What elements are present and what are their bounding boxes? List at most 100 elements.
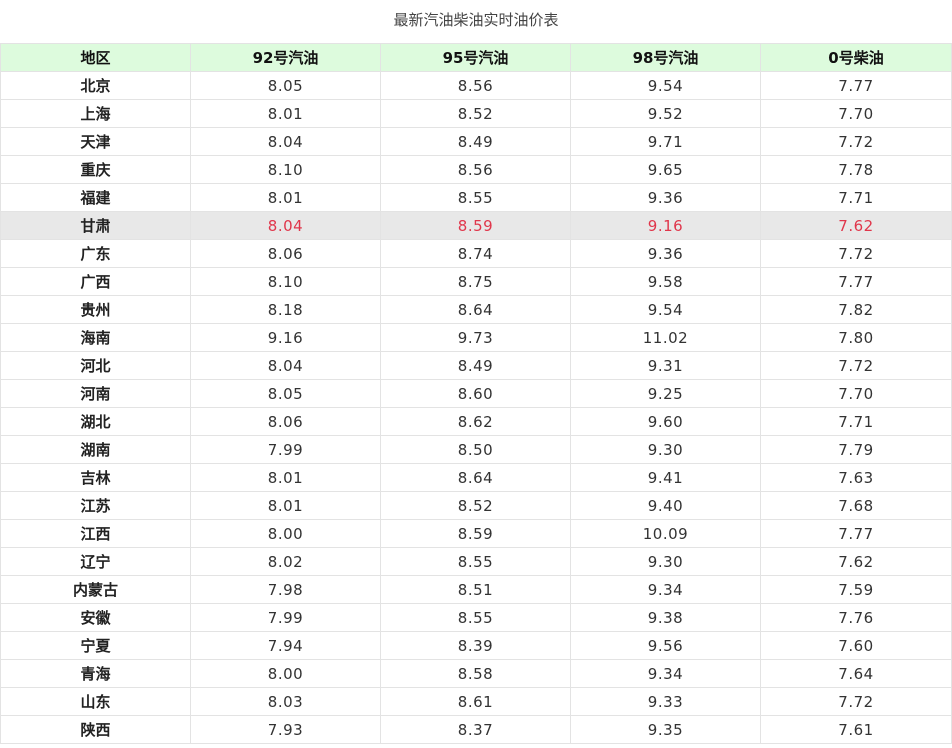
region-cell: 吉林 — [0, 463, 191, 492]
table-row[interactable]: 湖北 8.06 8.62 9.60 7.71 — [0, 407, 952, 436]
price-92-cell: 8.00 — [190, 519, 381, 548]
table-row[interactable]: 江西 8.00 8.59 10.09 7.77 — [0, 519, 952, 548]
header-92-gasoline[interactable]: 92号汽油 — [190, 43, 381, 72]
price-95-cell: 8.49 — [380, 351, 571, 380]
table-row[interactable]: 河北 8.04 8.49 9.31 7.72 — [0, 351, 952, 380]
price-0-diesel-cell: 7.79 — [760, 435, 952, 464]
table-row[interactable]: 广西 8.10 8.75 9.58 7.77 — [0, 267, 952, 296]
price-98-cell: 9.54 — [570, 71, 761, 100]
table-row[interactable]: 天津 8.04 8.49 9.71 7.72 — [0, 127, 952, 156]
region-cell: 宁夏 — [0, 631, 191, 660]
header-region[interactable]: 地区 — [0, 43, 191, 72]
price-0-diesel-cell: 7.64 — [760, 659, 952, 688]
price-92-cell: 8.18 — [190, 295, 381, 324]
table-row[interactable]: 山东 8.03 8.61 9.33 7.72 — [0, 687, 952, 716]
price-95-cell: 8.55 — [380, 183, 571, 212]
table-row[interactable]: 北京 8.05 8.56 9.54 7.77 — [0, 71, 952, 100]
page-title: 最新汽油柴油实时油价表 — [393, 11, 559, 29]
table-row[interactable]: 内蒙古 7.98 8.51 9.34 7.59 — [0, 575, 952, 604]
price-98-cell: 9.41 — [570, 463, 761, 492]
region-cell: 北京 — [0, 71, 191, 100]
price-98-cell: 9.36 — [570, 239, 761, 268]
price-95-cell: 8.59 — [380, 519, 571, 548]
price-95-cell: 8.59 — [380, 211, 571, 240]
price-95-cell: 8.60 — [380, 379, 571, 408]
table-row[interactable]: 江苏 8.01 8.52 9.40 7.68 — [0, 491, 952, 520]
price-98-cell: 9.54 — [570, 295, 761, 324]
price-0-diesel-cell: 7.77 — [760, 71, 952, 100]
price-98-cell: 9.16 — [570, 211, 761, 240]
header-95-gasoline[interactable]: 95号汽油 — [380, 43, 571, 72]
table-row[interactable]: 湖南 7.99 8.50 9.30 7.79 — [0, 435, 952, 464]
price-98-cell: 9.25 — [570, 379, 761, 408]
price-92-cell: 8.00 — [190, 659, 381, 688]
header-0-diesel[interactable]: 0号柴油 — [760, 43, 952, 72]
price-98-cell: 9.38 — [570, 603, 761, 632]
price-92-cell: 7.98 — [190, 575, 381, 604]
region-cell: 天津 — [0, 127, 191, 156]
region-cell: 重庆 — [0, 155, 191, 184]
region-cell: 湖北 — [0, 407, 191, 436]
table-row[interactable]: 青海 8.00 8.58 9.34 7.64 — [0, 659, 952, 688]
region-cell: 陕西 — [0, 715, 191, 744]
region-cell: 江西 — [0, 519, 191, 548]
price-0-diesel-cell: 7.61 — [760, 715, 952, 744]
price-98-cell: 9.40 — [570, 491, 761, 520]
header-98-gasoline[interactable]: 98号汽油 — [570, 43, 761, 72]
price-92-cell: 8.02 — [190, 547, 381, 576]
price-98-cell: 9.36 — [570, 183, 761, 212]
table-row[interactable]: 上海 8.01 8.52 9.52 7.70 — [0, 99, 952, 128]
price-95-cell: 8.55 — [380, 603, 571, 632]
table-row[interactable]: 重庆 8.10 8.56 9.65 7.78 — [0, 155, 952, 184]
price-98-cell: 10.09 — [570, 519, 761, 548]
price-98-cell: 9.60 — [570, 407, 761, 436]
region-cell: 内蒙古 — [0, 575, 191, 604]
price-92-cell: 8.04 — [190, 211, 381, 240]
price-95-cell: 8.51 — [380, 575, 571, 604]
table-row[interactable]: 安徽 7.99 8.55 9.38 7.76 — [0, 603, 952, 632]
price-95-cell: 8.61 — [380, 687, 571, 716]
price-92-cell: 8.01 — [190, 463, 381, 492]
table-row[interactable]: 甘肃 8.04 8.59 9.16 7.62 — [0, 211, 952, 240]
table-row[interactable]: 宁夏 7.94 8.39 9.56 7.60 — [0, 631, 952, 660]
price-0-diesel-cell: 7.72 — [760, 687, 952, 716]
price-0-diesel-cell: 7.71 — [760, 407, 952, 436]
price-0-diesel-cell: 7.62 — [760, 211, 952, 240]
price-98-cell: 9.52 — [570, 99, 761, 128]
price-95-cell: 8.58 — [380, 659, 571, 688]
region-cell: 安徽 — [0, 603, 191, 632]
price-98-cell: 9.56 — [570, 631, 761, 660]
table-row[interactable]: 贵州 8.18 8.64 9.54 7.82 — [0, 295, 952, 324]
price-95-cell: 8.74 — [380, 239, 571, 268]
price-0-diesel-cell: 7.77 — [760, 519, 952, 548]
price-92-cell: 8.05 — [190, 379, 381, 408]
table-row[interactable]: 吉林 8.01 8.64 9.41 7.63 — [0, 463, 952, 492]
price-95-cell: 8.64 — [380, 463, 571, 492]
price-95-cell: 8.62 — [380, 407, 571, 436]
table-row[interactable]: 广东 8.06 8.74 9.36 7.72 — [0, 239, 952, 268]
price-95-cell: 8.52 — [380, 99, 571, 128]
region-cell: 广西 — [0, 267, 191, 296]
table-row[interactable]: 海南 9.16 9.73 11.02 7.80 — [0, 323, 952, 352]
table-row[interactable]: 辽宁 8.02 8.55 9.30 7.62 — [0, 547, 952, 576]
price-95-cell: 8.37 — [380, 715, 571, 744]
region-cell: 青海 — [0, 659, 191, 688]
price-95-cell: 8.39 — [380, 631, 571, 660]
price-92-cell: 8.03 — [190, 687, 381, 716]
table-body: 北京 8.05 8.56 9.54 7.77 上海 8.01 8.52 9.52 7.70 天津 8.… — [0, 71, 952, 744]
price-95-cell: 8.56 — [380, 71, 571, 100]
region-cell: 上海 — [0, 99, 191, 128]
price-92-cell: 7.99 — [190, 435, 381, 464]
table-row[interactable]: 河南 8.05 8.60 9.25 7.70 — [0, 379, 952, 408]
price-98-cell: 9.33 — [570, 687, 761, 716]
table-header: 地区 92号汽油 95号汽油 98号汽油 0号柴油 — [0, 43, 952, 72]
region-cell: 海南 — [0, 323, 191, 352]
price-98-cell: 9.65 — [570, 155, 761, 184]
table-row[interactable]: 福建 8.01 8.55 9.36 7.71 — [0, 183, 952, 212]
price-0-diesel-cell: 7.62 — [760, 547, 952, 576]
price-98-cell: 9.30 — [570, 435, 761, 464]
price-92-cell: 7.93 — [190, 715, 381, 744]
table-row[interactable]: 陕西 7.93 8.37 9.35 7.61 — [0, 715, 952, 744]
region-cell: 河北 — [0, 351, 191, 380]
price-0-diesel-cell: 7.78 — [760, 155, 952, 184]
